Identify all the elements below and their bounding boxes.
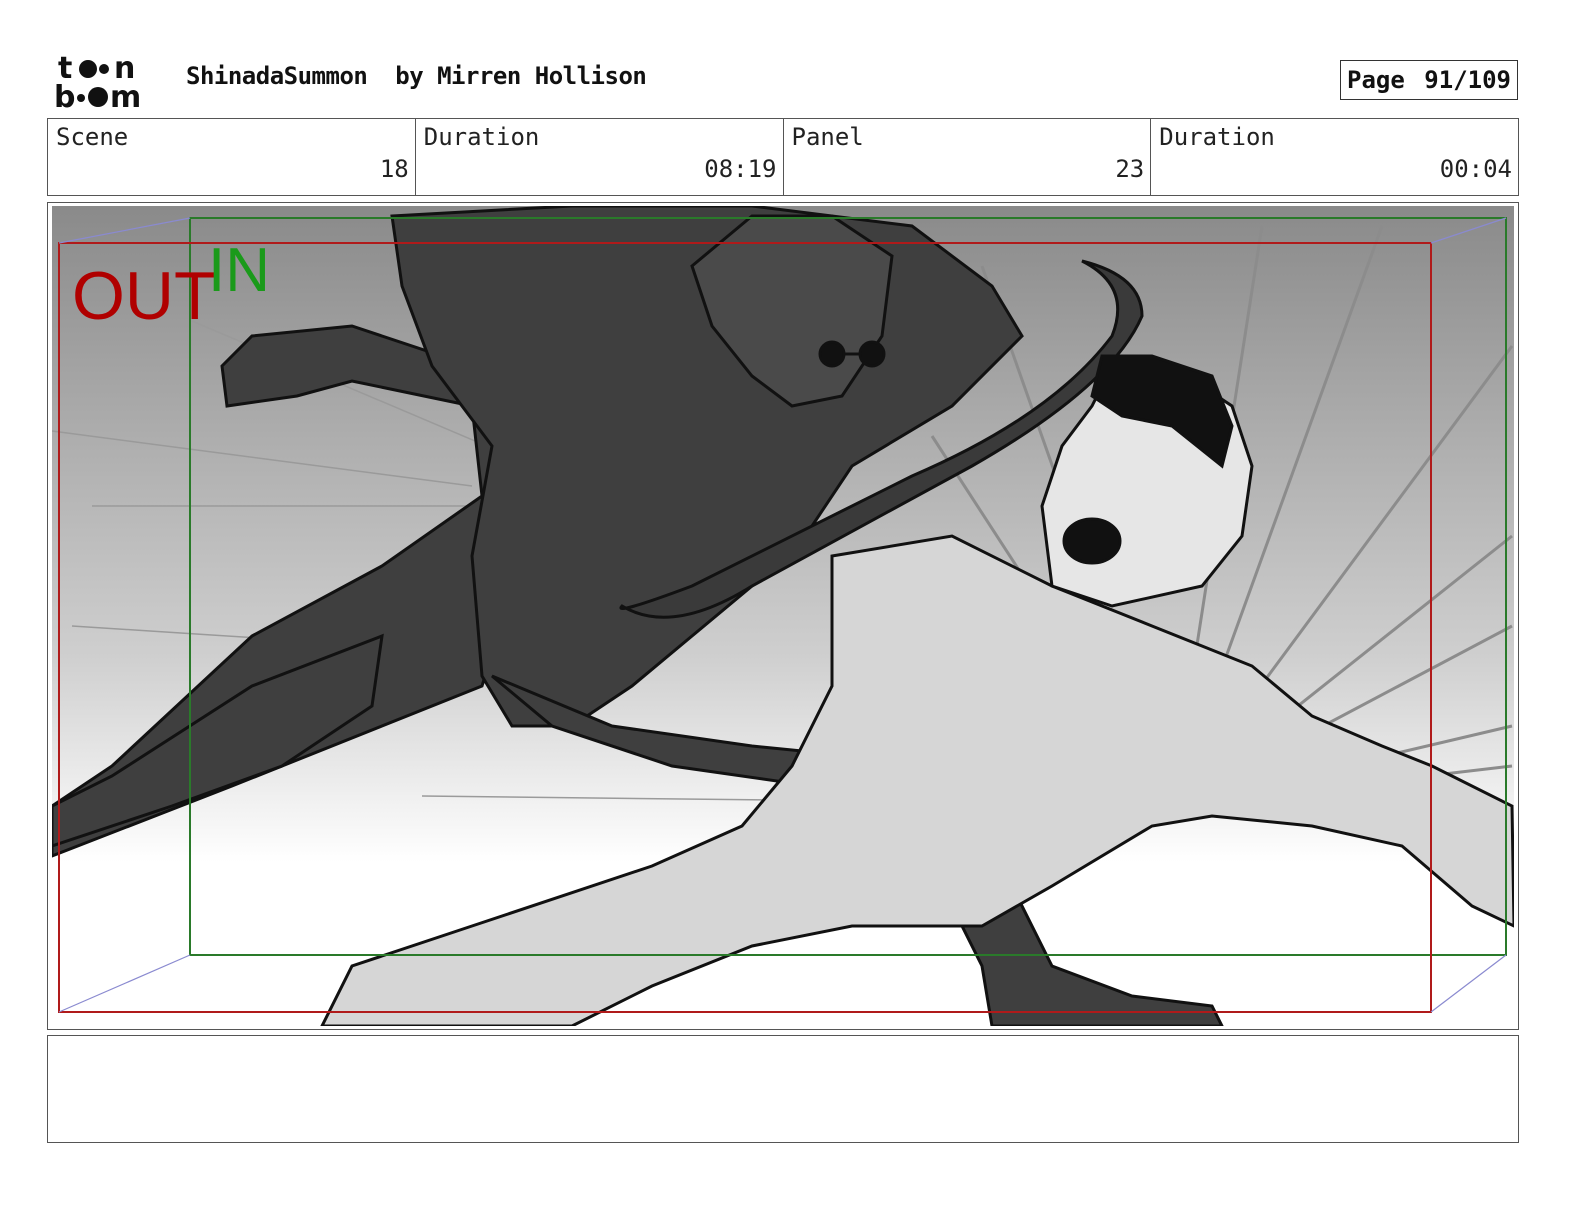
toon-boom-logo: t n b m: [52, 52, 164, 110]
page-label: Page: [1347, 66, 1405, 94]
panel-duration-label: Duration: [1159, 123, 1275, 151]
page-number: 91/109: [1424, 66, 1511, 94]
scene-cell: Scene 18: [48, 119, 416, 195]
page-indicator: Page 91/109: [1340, 60, 1518, 100]
svg-text:b: b: [54, 80, 75, 110]
svg-text:m: m: [110, 80, 141, 110]
author-prefix: by: [395, 62, 424, 90]
storyboard-panel-image: [52, 206, 1514, 1026]
panel-value: 23: [1115, 155, 1145, 183]
panel-duration-value: 00:04: [1439, 155, 1512, 183]
scene-duration-value: 08:19: [704, 155, 777, 183]
scene-info-row: Scene 18 Duration 08:19 Panel 23 Duratio…: [47, 118, 1519, 196]
in-label: IN: [208, 236, 270, 305]
panel-cell: Panel 23: [784, 119, 1152, 195]
panel-notes-box: [47, 1035, 1519, 1143]
scene-duration-label: Duration: [423, 123, 540, 151]
author-name: Mirren Hollison: [437, 62, 647, 90]
panel-label: Panel: [791, 123, 864, 151]
panel-drawing: [52, 206, 1514, 1026]
out-label: OUT: [72, 258, 216, 334]
document-title: ShinadaSummon by Mirren Hollison: [186, 62, 647, 90]
scene-duration-cell: Duration 08:19: [416, 119, 784, 195]
logo-graphic: t n b m: [54, 52, 141, 110]
project-name: ShinadaSummon: [186, 62, 368, 90]
panel-duration-cell: Duration 00:04: [1151, 119, 1518, 195]
scene-value: 18: [379, 155, 409, 183]
scene-label: Scene: [56, 123, 129, 151]
